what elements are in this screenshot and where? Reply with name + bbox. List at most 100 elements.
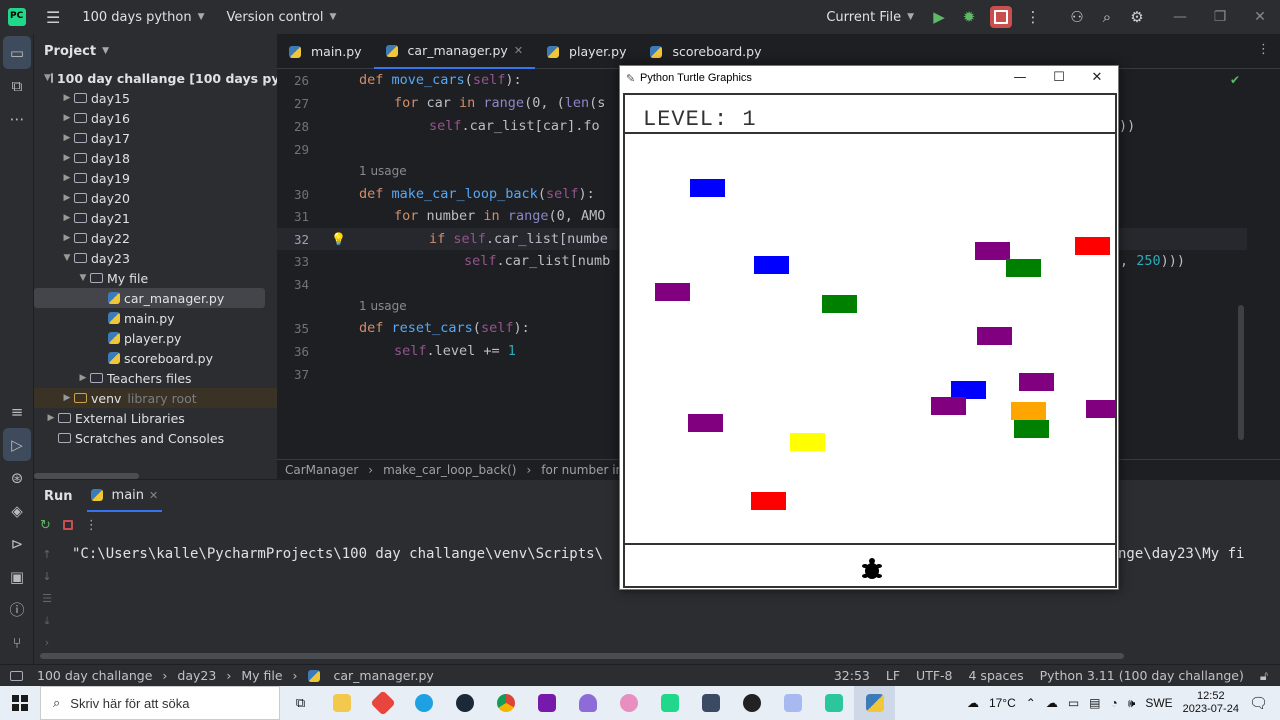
app-cube-icon[interactable] bbox=[690, 686, 731, 720]
app-pink-icon[interactable] bbox=[608, 686, 649, 720]
console-output[interactable]: "C:\Users\kalle\PycharmProjects\100 day … bbox=[72, 546, 603, 562]
app-s-icon[interactable] bbox=[813, 686, 854, 720]
tab-player[interactable]: player.py bbox=[535, 34, 638, 69]
weather-icon[interactable]: ☁ bbox=[967, 696, 979, 710]
clock[interactable]: 12:52 2023-07-24 bbox=[1183, 690, 1239, 716]
tree-folder-day20[interactable]: ▶ day20 bbox=[34, 188, 277, 208]
tree-folder-my-file[interactable]: ▼ My file bbox=[34, 268, 277, 288]
turtle-player-icon[interactable] bbox=[861, 557, 883, 581]
tree-folder-venv[interactable]: ▶ venv library root bbox=[34, 388, 277, 408]
tree-folder-day21[interactable]: ▶ day21 bbox=[34, 208, 277, 228]
git-icon[interactable]: ⑂ bbox=[0, 626, 34, 659]
notifications-icon[interactable]: 🗨︎ bbox=[1249, 694, 1268, 712]
main-menu-icon[interactable]: ☰ bbox=[46, 8, 60, 27]
network-icon[interactable]: ◔ bbox=[1111, 696, 1118, 710]
volume-icon[interactable]: 🕪︎ bbox=[1128, 696, 1136, 711]
usage-hint[interactable]: 1 usage bbox=[359, 164, 407, 178]
python-interpreter[interactable]: Python 3.11 (100 day challange) bbox=[1040, 668, 1244, 683]
structure-icon[interactable]: ⧉ bbox=[0, 69, 34, 102]
scroll-down-icon[interactable]: ↓ bbox=[34, 570, 60, 592]
turtle-canvas[interactable]: LEVEL: 1 bbox=[623, 93, 1117, 588]
restore-icon[interactable]: ❐ bbox=[1200, 9, 1240, 25]
minimize-icon[interactable]: — bbox=[1160, 9, 1200, 25]
project-header[interactable]: Project ▼ bbox=[34, 34, 277, 68]
tree-folder-day18[interactable]: ▶ day18 bbox=[34, 148, 277, 168]
cloud-icon[interactable]: ☁ bbox=[1046, 696, 1058, 710]
run-tool-icon[interactable]: ▷ bbox=[3, 428, 31, 461]
run-config-dropdown[interactable]: Current File ▼ bbox=[826, 10, 914, 25]
app-purple-icon[interactable] bbox=[567, 686, 608, 720]
tree-folder-day15[interactable]: ▶ day15 bbox=[34, 88, 277, 108]
chat-icon[interactable]: ▤ bbox=[1089, 696, 1100, 710]
tree-folder-day23[interactable]: ▼ day23 bbox=[34, 248, 277, 268]
indent-setting[interactable]: 4 spaces bbox=[969, 668, 1024, 683]
tree-file-scoreboard[interactable]: scoreboard.py bbox=[34, 348, 277, 368]
todo-list-icon[interactable]: ≡ bbox=[0, 395, 34, 428]
tree-file-player[interactable]: player.py bbox=[34, 328, 277, 348]
close-icon[interactable]: ✕ bbox=[1240, 9, 1280, 25]
status-path-item[interactable]: car_manager.py bbox=[334, 668, 434, 683]
debug-icon[interactable]: ✹ bbox=[954, 8, 984, 26]
tab-car-manager[interactable]: car_manager.py ✕ bbox=[373, 34, 536, 69]
layers-icon[interactable]: ◈ bbox=[0, 494, 34, 527]
search-icon[interactable]: ⌕ bbox=[1092, 8, 1122, 26]
breadcrumb-item[interactable]: make_car_loop_back() bbox=[383, 463, 516, 477]
tree-folder-day19[interactable]: ▶ day19 bbox=[34, 168, 277, 188]
more-actions-icon[interactable]: ⋮ bbox=[1018, 8, 1048, 26]
tree-folder-day17[interactable]: ▶ day17 bbox=[34, 128, 277, 148]
steam-icon[interactable] bbox=[444, 686, 485, 720]
python-taskbar-icon[interactable] bbox=[854, 686, 895, 720]
task-view-icon[interactable]: ⧉ bbox=[280, 686, 321, 720]
soft-wrap-icon[interactable]: ☰ bbox=[34, 592, 60, 614]
app-dark-icon[interactable] bbox=[731, 686, 772, 720]
more-tools-icon[interactable]: ⋯ bbox=[0, 102, 34, 135]
lightbulb-icon[interactable]: 💡 bbox=[331, 232, 346, 246]
close-tab-icon[interactable]: ✕ bbox=[149, 489, 158, 502]
tree-scratches[interactable]: Scratches and Consoles bbox=[34, 428, 277, 448]
onenote-icon[interactable] bbox=[526, 686, 567, 720]
add-user-icon[interactable]: ⚇ bbox=[1062, 8, 1092, 26]
run-icon[interactable]: ▶ bbox=[924, 8, 954, 26]
tree-external-libraries[interactable]: ▶ External Libraries bbox=[34, 408, 277, 428]
tree-file-main[interactable]: main.py bbox=[34, 308, 277, 328]
project-folder-icon[interactable]: ▭ bbox=[3, 36, 31, 69]
start-button[interactable] bbox=[0, 686, 40, 720]
app-red-diamond-icon[interactable] bbox=[362, 686, 403, 720]
file-explorer-icon[interactable] bbox=[321, 686, 362, 720]
services-icon[interactable]: ⊳ bbox=[0, 527, 34, 560]
close-tab-icon[interactable]: ✕ bbox=[514, 44, 523, 57]
chrome-icon[interactable] bbox=[485, 686, 526, 720]
language-indicator[interactable]: SWE bbox=[1145, 696, 1172, 710]
problems-icon[interactable]: ⓘ bbox=[0, 593, 34, 626]
status-path-item[interactable]: My file bbox=[241, 668, 282, 683]
settings-gear-icon[interactable]: ⚙ bbox=[1122, 8, 1152, 26]
python-packages-icon[interactable]: ⊛ bbox=[0, 461, 34, 494]
app-e8-icon[interactable] bbox=[772, 686, 813, 720]
project-dropdown[interactable]: 100 days python ▼ bbox=[82, 10, 204, 25]
usage-hint[interactable]: 1 usage bbox=[359, 299, 407, 313]
tab-scoreboard[interactable]: scoreboard.py bbox=[638, 34, 773, 69]
weather-temp[interactable]: 17°C bbox=[989, 696, 1016, 710]
maximize-icon[interactable]: ☐ bbox=[1040, 66, 1078, 90]
breadcrumb-item[interactable]: CarManager bbox=[285, 463, 358, 477]
close-icon[interactable]: ✕ bbox=[1078, 66, 1116, 90]
more-options-icon[interactable]: ⋮ bbox=[85, 518, 98, 533]
rerun-icon[interactable]: ↻ bbox=[40, 518, 51, 533]
status-path-item[interactable]: day23 bbox=[177, 668, 216, 683]
console-scrollbar[interactable] bbox=[40, 653, 1124, 659]
line-separator[interactable]: LF bbox=[886, 668, 900, 683]
lock-icon[interactable]: 🔓︎ bbox=[1260, 668, 1268, 684]
battery-icon[interactable]: ▭ bbox=[1068, 696, 1079, 710]
file-encoding[interactable]: UTF-8 bbox=[916, 668, 952, 683]
scroll-up-icon[interactable]: ↑ bbox=[34, 548, 60, 570]
tray-chevron-up-icon[interactable]: ⌃ bbox=[1026, 696, 1036, 710]
taskbar-search[interactable]: ⌕ Skriv här för att söka bbox=[40, 686, 280, 720]
tree-root[interactable]: ▼ 100 day challange [100 days pytho bbox=[34, 68, 277, 88]
tabs-more-icon[interactable]: ⋮ bbox=[1257, 42, 1270, 57]
vcs-dropdown[interactable]: Version control ▼ bbox=[227, 10, 337, 25]
status-path-item[interactable]: 100 day challange bbox=[37, 668, 152, 683]
caret-position[interactable]: 32:53 bbox=[834, 668, 870, 683]
scroll-to-end-icon[interactable]: ⤓ bbox=[34, 614, 60, 636]
terminal-icon[interactable]: ▣ bbox=[0, 560, 34, 593]
tree-folder-day22[interactable]: ▶ day22 bbox=[34, 228, 277, 248]
